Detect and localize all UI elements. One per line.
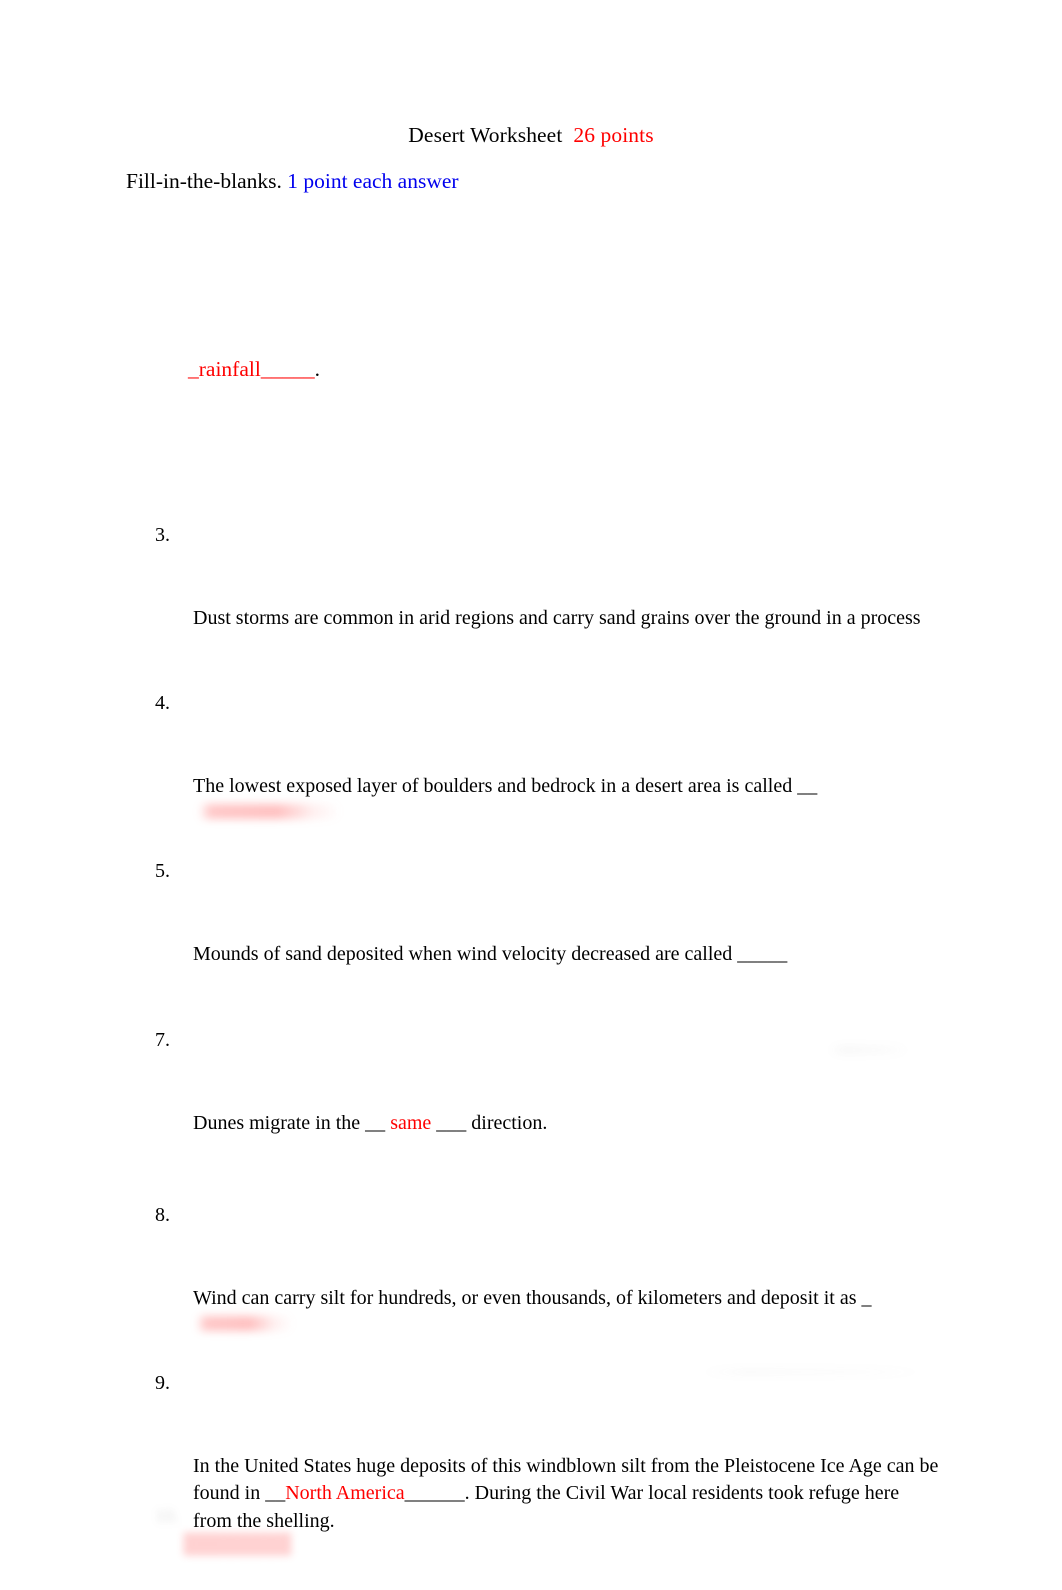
redacted-answer-4 <box>199 804 341 819</box>
orphan-answer-terminator: . <box>314 357 320 381</box>
question-item-3: 3. Dust storms are common in arid region… <box>155 522 955 687</box>
question-text-7-before: Dunes migrate in the __ <box>193 1111 391 1134</box>
question-number-7: 7. <box>155 1029 170 1051</box>
faded-line-10: 10. ████████ ░░░░░ ░░░░░░ ░░░░░░ ░░░░░░ … <box>155 1503 945 1555</box>
question-text-3: Dust storms are common in arid regions a… <box>193 606 921 629</box>
faded-question-block: 10. ████████ ░░░░░ ░░░░░░ ░░░░░░ ░░░░░░ … <box>155 1448 945 1561</box>
question-number-4: 4. <box>155 692 170 714</box>
instruction-line: Fill-in-the-blanks. 1 point each answer <box>126 168 459 194</box>
question-item-5: 5. Mounds of sand deposited when wind ve… <box>155 858 955 1023</box>
question-text-5: Mounds of sand deposited when wind veloc… <box>193 942 788 965</box>
question-body-4: The lowest exposed layer of boulders and… <box>193 773 955 828</box>
question-text-8: Wind can carry silt for hundreds, or eve… <box>193 1286 872 1309</box>
question-number-9: 9. <box>155 1372 170 1394</box>
page-title-points: 26 points <box>573 123 654 147</box>
faded-number-10: 10. <box>155 1506 179 1527</box>
ghost-artifact-near-question-7 <box>828 1045 910 1055</box>
page-title: Desert Worksheet 26 points <box>0 122 1062 148</box>
faded-answer-10: ████████ <box>183 1533 292 1555</box>
orphan-answer-rainfall: _rainfall_____. <box>188 356 320 382</box>
orphan-answer-text: _rainfall_____ <box>188 357 315 381</box>
instruction-label: Fill-in-the-blanks. <box>126 169 282 193</box>
question-number-3: 3. <box>155 524 170 546</box>
question-number-8: 8. <box>155 1204 170 1226</box>
question-item-4: 4. The lowest exposed layer of boulders … <box>155 690 955 883</box>
question-body-8: Wind can carry silt for hundreds, or eve… <box>193 1285 955 1340</box>
redacted-answer-8 <box>197 1316 293 1331</box>
page-title-text: Desert Worksheet <box>408 123 563 147</box>
instruction-points-note: 1 point each answer <box>281 169 459 193</box>
question-item-8: 8. Wind can carry silt for hundreds, or … <box>155 1202 955 1395</box>
page-title-spacer <box>562 123 573 147</box>
answer-7: same <box>390 1111 432 1134</box>
worksheet-page: Desert Worksheet 26 points Fill-in-the-b… <box>0 0 1062 1561</box>
question-body-7: Dunes migrate in the __ same ___ directi… <box>193 1110 955 1138</box>
ghost-artifact-near-question-9 <box>700 1368 930 1376</box>
question-text-4: The lowest exposed layer of boulders and… <box>193 774 818 797</box>
question-text-7-after: ___ direction. <box>431 1111 548 1134</box>
question-number-5: 5. <box>155 860 170 882</box>
